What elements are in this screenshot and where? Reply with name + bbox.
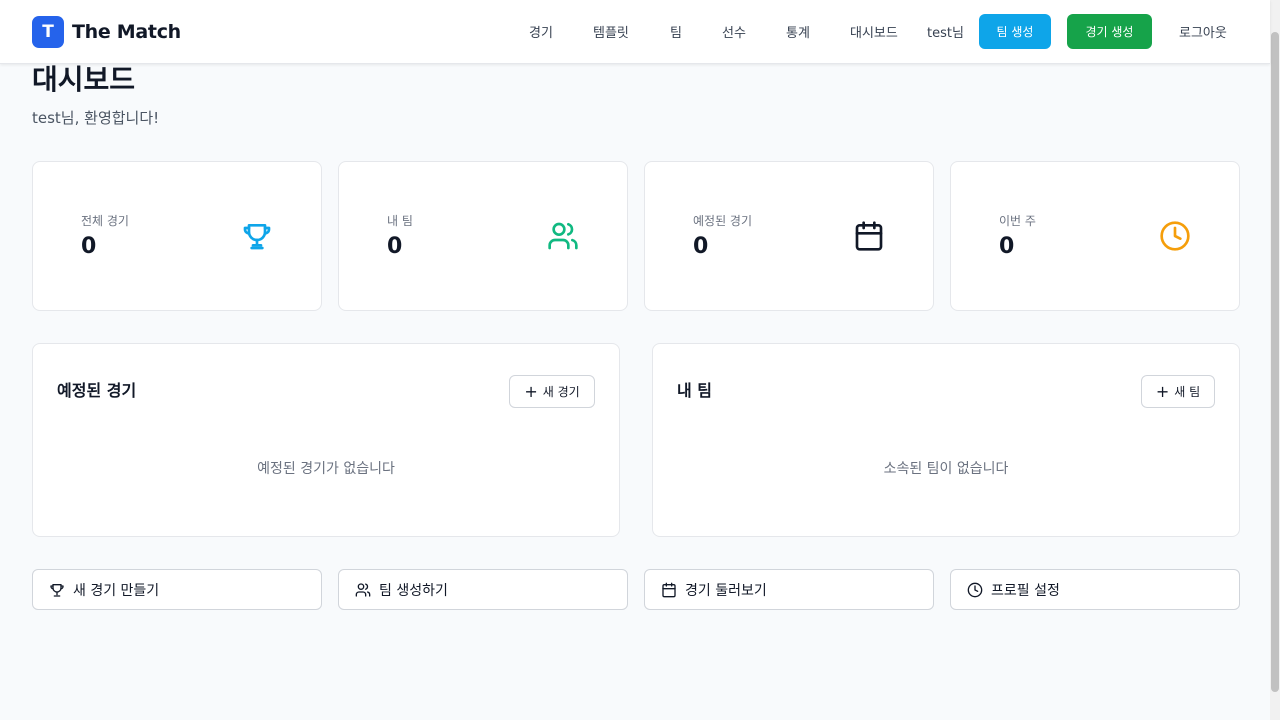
stat-card-total-matches: 전체 경기 0: [32, 161, 322, 311]
top-navbar: T The Match 경기 템플릿 팀 선수 통계 대시보드 test님 팀 …: [0, 0, 1270, 64]
clock-icon: [967, 582, 983, 597]
create-team-button[interactable]: 팀 생성: [979, 14, 1051, 49]
stat-value: 0: [387, 234, 403, 259]
stat-value: 0: [81, 234, 97, 259]
quick-action-label: 프로필 설정: [991, 582, 1060, 599]
panel-title: 내 팀: [677, 381, 713, 400]
welcome-message: test님, 환영합니다!: [32, 109, 160, 127]
calendar-icon: [855, 221, 883, 251]
plus-icon: +: [524, 381, 538, 401]
nav-matches[interactable]: 경기: [529, 22, 553, 41]
empty-state-text: 소속된 팀이 없습니다: [883, 461, 1009, 477]
plus-icon: +: [1155, 381, 1170, 401]
stat-value: 0: [693, 234, 709, 259]
nav-dashboard[interactable]: 대시보드: [850, 22, 898, 41]
app-logo[interactable]: T The Match: [32, 16, 181, 48]
my-teams-panel: 내 팀 + 새 팀 소속된 팀이 없습니다: [652, 343, 1240, 537]
users-icon: [548, 222, 578, 250]
stat-label: 예정된 경기: [693, 214, 753, 228]
logo-mark: T: [32, 16, 64, 48]
app-name: The Match: [72, 21, 181, 43]
new-team-button[interactable]: + 새 팀: [1141, 375, 1215, 408]
stat-card-my-teams: 내 팀 0: [338, 161, 628, 311]
button-label: 새 경기: [542, 385, 580, 399]
stat-card-this-week: 이번 주 0: [950, 161, 1240, 311]
users-icon: [355, 582, 371, 597]
upcoming-matches-panel: 예정된 경기 + 새 경기 예정된 경기가 없습니다: [32, 343, 620, 537]
logout-link[interactable]: 로그아웃: [1179, 22, 1227, 41]
panel-title: 예정된 경기: [57, 381, 137, 400]
calendar-icon: [662, 582, 676, 597]
stat-label: 이번 주: [999, 214, 1036, 228]
quick-action-label: 새 경기 만들기: [73, 582, 160, 599]
quick-profile-settings-button[interactable]: 프로필 설정: [950, 569, 1240, 610]
clock-icon: [1160, 221, 1190, 251]
nav-stats[interactable]: 통계: [786, 22, 810, 41]
quick-browse-matches-button[interactable]: 경기 둘러보기: [644, 569, 934, 610]
stat-value: 0: [999, 234, 1015, 259]
scrollbar[interactable]: [1270, 0, 1280, 720]
trophy-icon: [50, 583, 64, 597]
stat-card-upcoming: 예정된 경기 0: [644, 161, 934, 311]
nav-templates[interactable]: 템플릿: [593, 22, 629, 41]
empty-state-text: 예정된 경기가 없습니다: [257, 461, 395, 477]
current-user: test님: [927, 26, 964, 41]
nav-teams[interactable]: 팀: [670, 22, 682, 41]
quick-action-label: 경기 둘러보기: [685, 582, 767, 599]
stat-label: 내 팀: [387, 214, 413, 228]
quick-create-team-button[interactable]: 팀 생성하기: [338, 569, 628, 610]
page-title: 대시보드: [32, 63, 136, 96]
stat-label: 전체 경기: [81, 214, 129, 228]
nav-players[interactable]: 선수: [722, 22, 746, 41]
quick-action-label: 팀 생성하기: [379, 582, 448, 599]
quick-new-match-button[interactable]: 새 경기 만들기: [32, 569, 322, 610]
create-match-button[interactable]: 경기 생성: [1067, 14, 1152, 49]
scrollbar-thumb[interactable]: [1271, 32, 1279, 692]
trophy-icon: [243, 224, 271, 250]
new-match-button[interactable]: + 새 경기: [509, 375, 595, 408]
button-label: 새 팀: [1174, 385, 1201, 399]
